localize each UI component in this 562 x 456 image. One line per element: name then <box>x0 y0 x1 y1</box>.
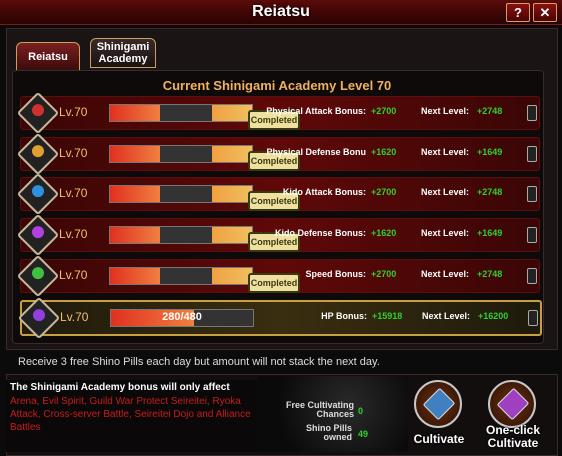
shield-icon <box>16 132 60 176</box>
close-button[interactable]: ✕ <box>533 3 557 22</box>
row-level: Lv.70 <box>59 268 88 282</box>
progress-bar: Completed <box>109 145 300 171</box>
row-level: Lv.70 <box>59 186 88 200</box>
progress-bar: Completed <box>109 185 300 211</box>
bonus-value: +1620 <box>371 147 397 157</box>
cultivate-label[interactable]: Cultivate <box>404 433 474 446</box>
free-cultivating-label: Free Cultivating Chances <box>285 400 354 419</box>
tab-reiatsu[interactable]: Reiatsu <box>16 42 80 72</box>
row-level: Lv.70 <box>59 105 88 119</box>
next-level-label: Next Level: <box>421 147 470 157</box>
bonus-value: +2700 <box>371 187 397 197</box>
row-level: Lv.70 <box>59 146 88 160</box>
bonus-label: Kido Attack Bonus: <box>282 187 366 197</box>
next-level-label: Next Level: <box>421 106 470 116</box>
clip-icon <box>527 227 537 243</box>
academy-level-heading: Current Shinigami Academy Level 70 <box>162 78 392 93</box>
cultivate-button[interactable] <box>414 380 462 428</box>
half-moon-icon <box>16 213 60 257</box>
chest-icon <box>496 387 530 421</box>
bonus-value: +1620 <box>371 228 397 238</box>
next-level-value: +2748 <box>477 106 503 116</box>
bonus-label: HP Bonus: <box>321 311 367 321</box>
bonus-value: +2700 <box>371 106 397 116</box>
next-level-value: +16200 <box>478 311 509 321</box>
bonus-label: Physical Defense Bonu <box>266 147 366 157</box>
progress-bar: Completed <box>109 104 300 130</box>
row-level: Lv.70 <box>60 310 89 324</box>
next-level-value: +2748 <box>477 187 503 197</box>
stat-row-physical-attack: Lv.70 Completed Physical Attack Bonus: +… <box>16 91 540 135</box>
title-bar: Reiatsu ? ✕ <box>0 0 562 25</box>
next-level-label: Next Level: <box>421 228 470 238</box>
bonus-info-box: The Shinigami Academy bonus will only af… <box>6 380 262 452</box>
progress-bar: Completed <box>109 226 300 252</box>
tab-shinigami-academy[interactable]: Shinigami Academy <box>90 38 156 68</box>
one-click-cultivate-label[interactable]: One-click Cultivate <box>478 424 548 450</box>
row-level: Lv.70 <box>59 227 88 241</box>
next-level-label: Next Level: <box>421 269 470 279</box>
hp-progress-bar: 280/480 <box>110 309 254 327</box>
next-level-value: +2748 <box>477 269 503 279</box>
window-title: Reiatsu <box>252 3 310 20</box>
clip-icon <box>528 310 538 326</box>
bonus-label: Physical Attack Bonus: <box>266 106 366 116</box>
shino-pills-value: 49 <box>358 429 369 439</box>
stat-row-physical-defense: Lv.70 Completed Physical Defense Bonu +1… <box>16 132 540 176</box>
daily-pill-note: Receive 3 free Shino Pills each day but … <box>18 356 380 368</box>
clip-icon <box>527 268 537 284</box>
hp-progress-text: 280/480 <box>162 311 202 323</box>
free-cultivating-value: 0 <box>358 406 364 416</box>
one-click-cultivate-button[interactable] <box>488 380 536 428</box>
bonus-label: Speed Bonus: <box>305 269 366 279</box>
bonus-info-title: The Shinigami Academy bonus will only af… <box>10 382 230 393</box>
bonus-value: +2700 <box>371 269 397 279</box>
spiral-icon <box>16 172 60 216</box>
bonus-value: +15918 <box>372 311 403 321</box>
next-level-label: Next Level: <box>422 311 471 321</box>
fist-icon <box>16 91 60 135</box>
heart-spiral-icon <box>17 296 61 340</box>
chest-icon <box>422 387 456 421</box>
help-button[interactable]: ? <box>506 3 530 22</box>
shino-pills-label: Shino Pills owned <box>305 423 352 442</box>
clip-icon <box>527 186 537 202</box>
bonus-info-list: Arena, Evil Spirit, Guild War Protect Se… <box>10 396 251 433</box>
bonus-label: Kido Defense Bonus: <box>274 228 366 238</box>
progress-bar: Completed <box>109 267 300 293</box>
stat-row-kido-defense: Lv.70 Completed Kido Defense Bonus: +162… <box>16 213 540 257</box>
stat-row-kido-attack: Lv.70 Completed Kido Attack Bonus: +2700… <box>16 172 540 216</box>
next-level-label: Next Level: <box>421 187 470 197</box>
completed-badge: Completed <box>248 273 300 293</box>
clip-icon <box>527 105 537 121</box>
clip-icon <box>527 146 537 162</box>
stat-row-hp: Lv.70 280/480 HP Bonus: +15918 Next Leve… <box>17 296 542 340</box>
next-level-value: +1649 <box>477 147 503 157</box>
next-level-value: +1649 <box>477 228 503 238</box>
stat-row-speed: Lv.70 Completed Speed Bonus: +2700 Next … <box>16 254 540 298</box>
wing-icon <box>16 254 60 298</box>
